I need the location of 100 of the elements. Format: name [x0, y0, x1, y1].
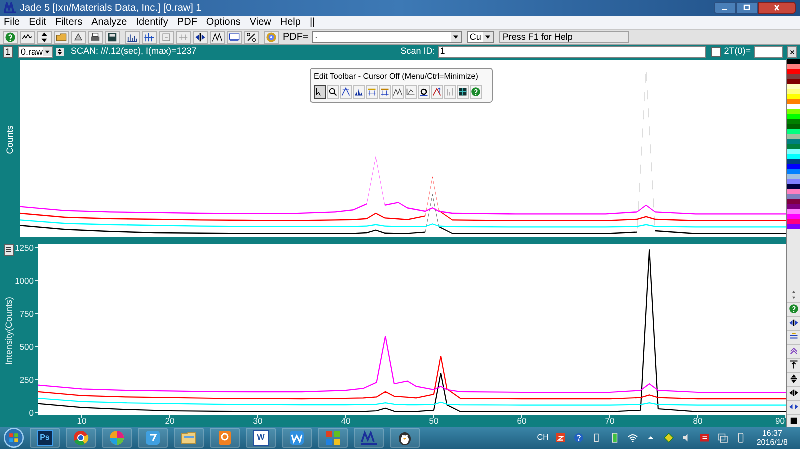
menu-item[interactable]: File	[4, 15, 20, 30]
color-swatch[interactable]	[787, 129, 800, 134]
color-swatch[interactable]	[787, 219, 800, 224]
tool-button[interactable]	[327, 85, 339, 99]
color-swatch[interactable]	[787, 114, 800, 119]
color-swatch[interactable]	[787, 174, 800, 179]
color-swatch[interactable]	[787, 59, 800, 64]
spinner-icon[interactable]	[56, 46, 64, 58]
wifi-icon[interactable]	[626, 432, 639, 444]
histogram-button[interactable]	[125, 30, 140, 44]
tool-button[interactable]	[418, 85, 430, 99]
menu-item[interactable]: Help	[280, 15, 301, 30]
minimize-icon[interactable]	[714, 2, 736, 14]
scan-id-field[interactable]: 1	[438, 46, 706, 58]
tool-button[interactable]	[392, 85, 404, 99]
color-swatch[interactable]	[787, 214, 800, 219]
clock-date[interactable]: 2016/1/8	[756, 438, 788, 447]
color-swatch[interactable]	[787, 169, 800, 174]
menu-item[interactable]: Filters	[55, 15, 83, 30]
color-swatch[interactable]	[787, 164, 800, 169]
peak-pair-button[interactable]	[210, 30, 225, 44]
printer-icon	[90, 32, 101, 42]
percent-button[interactable]	[244, 30, 259, 44]
color-swatch[interactable]	[787, 144, 800, 149]
help-button[interactable]	[787, 302, 800, 315]
two-theta-field[interactable]	[754, 46, 783, 58]
menu-item[interactable]: Identify	[136, 15, 168, 30]
color-swatch[interactable]	[787, 94, 800, 99]
color-swatch[interactable]	[787, 119, 800, 124]
printer-button[interactable]	[88, 30, 103, 44]
color-swatch[interactable]	[787, 204, 800, 209]
tool-button[interactable]	[405, 85, 417, 99]
help-icon	[788, 304, 798, 314]
color-swatch[interactable]	[787, 149, 800, 154]
funnel-button[interactable]	[71, 30, 86, 44]
color-swatch[interactable]	[787, 99, 800, 104]
color-swatch[interactable]	[787, 104, 800, 109]
pane-button[interactable]: 1	[3, 46, 13, 58]
radiation-dropdown[interactable]: Cu	[466, 31, 494, 43]
color-swatch[interactable]	[787, 69, 800, 74]
menu-item[interactable]: Analyze	[92, 15, 128, 30]
color-swatch[interactable]	[787, 79, 800, 84]
language-indicator[interactable]: CH	[537, 432, 549, 444]
help-icon[interactable]	[572, 432, 585, 444]
color-swatch[interactable]	[787, 184, 800, 189]
taskbar-app-button[interactable]: Ps	[30, 428, 60, 448]
color-swatch[interactable]	[787, 89, 800, 94]
color-swatch[interactable]	[787, 179, 800, 184]
disc-button[interactable]	[264, 30, 279, 44]
expand-button[interactable]	[193, 30, 208, 44]
taskbar-app-button[interactable]: W	[246, 428, 276, 448]
save-button[interactable]	[105, 30, 120, 44]
color-swatch[interactable]	[787, 109, 800, 114]
color-swatch[interactable]	[787, 74, 800, 79]
color-swatch[interactable]	[787, 124, 800, 129]
app-icon-label: Ps	[37, 430, 53, 446]
color-swatch[interactable]	[787, 159, 800, 164]
top-arrow-button[interactable]	[787, 358, 800, 371]
color-swatch[interactable]	[787, 189, 800, 194]
color-swatch[interactable]	[787, 194, 800, 199]
windows-icon[interactable]	[716, 432, 729, 444]
menu-item[interactable]: PDF	[177, 15, 198, 30]
help-button[interactable]	[3, 30, 18, 44]
folder-button[interactable]	[54, 30, 69, 44]
expand-button[interactable]	[787, 316, 800, 329]
peaks-button[interactable]	[142, 30, 157, 44]
stop-button[interactable]	[787, 414, 800, 427]
color-swatch[interactable]	[787, 139, 800, 144]
color-swatch[interactable]	[787, 199, 800, 204]
menu-item[interactable]: ||	[310, 15, 316, 30]
file-dropdown[interactable]: 0.raw	[18, 46, 53, 58]
maximize-icon[interactable]	[736, 2, 758, 14]
color-swatch[interactable]	[787, 224, 800, 229]
pane-button[interactable]	[4, 244, 14, 256]
chevron-up-icon	[788, 346, 798, 356]
color-swatch[interactable]	[787, 154, 800, 159]
color-swatch[interactable]	[787, 84, 800, 89]
close-button[interactable]	[787, 46, 797, 58]
clock-time[interactable]: 16:37	[762, 429, 782, 438]
tool-button[interactable]	[457, 85, 469, 99]
close-icon[interactable]	[758, 2, 796, 14]
start-button-icon[interactable]	[4, 428, 24, 448]
menu-item[interactable]: View	[250, 15, 272, 30]
tool-button[interactable]	[340, 85, 352, 99]
menu-item[interactable]: Options	[206, 15, 241, 30]
color-swatch[interactable]	[787, 134, 800, 139]
horizontal-arrows-button[interactable]	[787, 386, 800, 399]
tick-label: 20	[165, 416, 175, 426]
color-swatch[interactable]	[787, 64, 800, 69]
tool-button[interactable]	[353, 85, 365, 99]
menu-item[interactable]: Edit	[29, 15, 46, 30]
up-down-arrows-button[interactable]	[37, 30, 52, 44]
tool-button[interactable]	[314, 85, 326, 99]
chevron-up-button[interactable]	[787, 344, 800, 357]
pdf-dropdown[interactable]: ·	[312, 31, 462, 43]
checkbox[interactable]	[711, 47, 722, 57]
color-swatch[interactable]	[787, 209, 800, 214]
taskbar-app-button[interactable]	[390, 428, 420, 448]
vertical-arrows-button[interactable]	[787, 372, 800, 385]
pattern-button[interactable]	[20, 30, 35, 44]
